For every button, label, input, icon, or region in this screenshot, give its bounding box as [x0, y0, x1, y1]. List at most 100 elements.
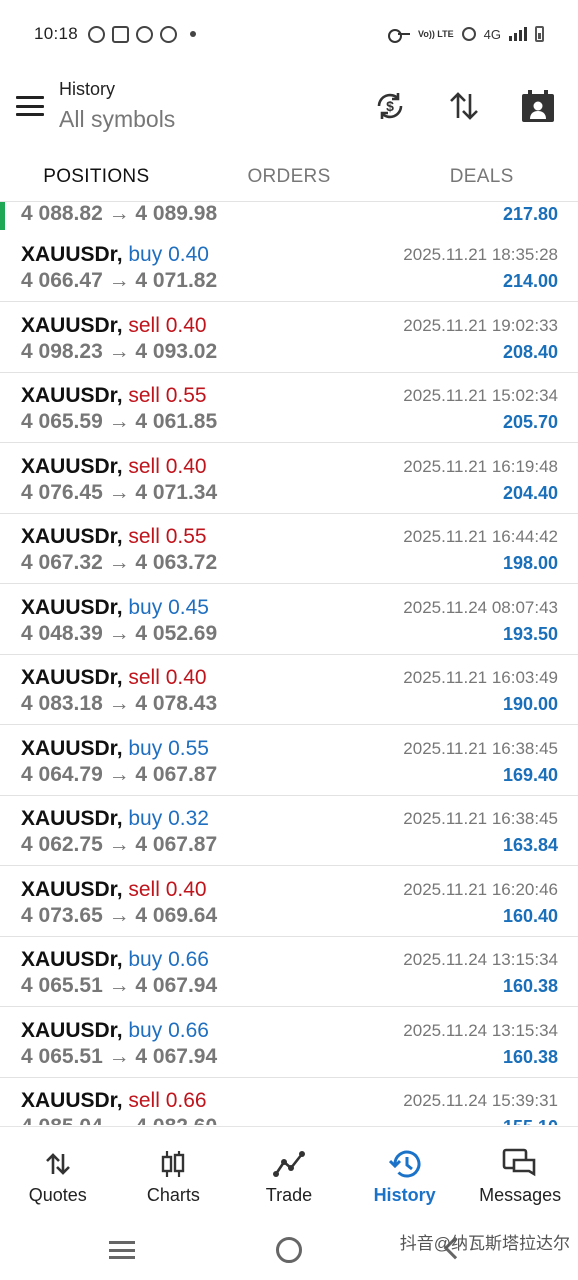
trade-volume: 0.66: [168, 1018, 209, 1042]
position-row[interactable]: XAUUSDr, sell 0.55 4 067.32 → 4 063.72 202…: [0, 513, 578, 584]
position-row[interactable]: XAUUSDr, buy 0.40 4 066.47 → 4 071.82 2025…: [0, 231, 578, 302]
trade-side: sell: [128, 384, 160, 407]
position-prices: 4 065.59 → 4 061.85: [21, 410, 218, 433]
position-time: 2025.11.21 16:19:48: [403, 456, 558, 476]
position-prices: 4 098.23 → 4 093.02: [21, 339, 218, 363]
position-symbol: XAUUSDr, buy 0.40: [21, 243, 209, 267]
calendar-icon[interactable]: [520, 88, 556, 124]
trade-side: sell: [128, 666, 160, 689]
symbol-name: XAUUSDr,: [21, 807, 123, 830]
position-prices: 4 064.79 → 4 067.87: [21, 762, 218, 786]
page-title: History: [59, 79, 116, 99]
trade-volume: 0.40: [165, 666, 207, 689]
position-symbol: XAUUSDr, sell 0.40: [21, 455, 207, 479]
nav-quotes[interactable]: Quotes: [0, 1127, 116, 1218]
nav-history[interactable]: History: [347, 1127, 463, 1218]
trade-volume: 0.55: [165, 384, 207, 407]
tab-positions[interactable]: POSITIONS: [0, 152, 193, 201]
trade-side: buy: [128, 595, 163, 619]
position-row[interactable]: XAUUSDr, sell 0.40 4 098.23 → 4 093.02 202…: [0, 302, 578, 373]
position-prices: 4 065.51 → 4 067.94: [21, 974, 218, 997]
trade-volume: 0.55: [168, 736, 209, 760]
symbol-filter[interactable]: All symbols: [59, 106, 175, 133]
position-symbol: XAUUSDr, buy 0.45: [21, 596, 209, 620]
tab-orders[interactable]: ORDERS: [193, 152, 386, 201]
position-row[interactable]: XAUUSDr, sell 0.40 4 073.65 → 4 069.64 202…: [0, 866, 578, 937]
trade-side: sell: [128, 1089, 160, 1112]
trade-side: sell: [128, 525, 160, 548]
positions-list[interactable]: 4 088.82 → 4 089.98 217.80 XAUUSDr, buy …: [0, 203, 578, 1125]
position-row[interactable]: XAUUSDr, buy 0.66 4 065.51 → 4 067.94 2025…: [0, 936, 578, 1007]
home-icon[interactable]: [276, 1237, 302, 1263]
history-clock-icon: [388, 1149, 421, 1179]
nav-messages[interactable]: Messages: [462, 1127, 578, 1218]
menu-icon[interactable]: [16, 96, 44, 116]
battery-icon: [535, 26, 544, 42]
symbol-name: XAUUSDr,: [21, 313, 123, 337]
position-prices: 4 048.39 → 4 052.69: [21, 621, 218, 645]
whatsapp-icon: [88, 25, 106, 43]
position-prices: 4 076.45 → 4 071.34: [21, 480, 218, 504]
symbol-name: XAUUSDr,: [21, 666, 123, 689]
partial-prices: 4 088.82 → 4 089.98: [21, 203, 218, 225]
signal-icon: [509, 27, 527, 41]
position-row[interactable]: XAUUSDr, sell 0.40 4 076.45 → 4 071.34 202…: [0, 443, 578, 514]
position-time: 2025.11.24 13:15:34: [403, 950, 558, 969]
position-prices: 4 073.65 → 4 069.64: [21, 903, 218, 927]
candlestick-icon: [159, 1149, 187, 1179]
position-profit: 193.50: [502, 623, 558, 644]
position-row[interactable]: XAUUSDr, sell 0.40 4 083.18 → 4 078.43 202…: [0, 654, 578, 725]
position-prices: 4 067.32 → 4 063.72: [21, 551, 218, 574]
position-row[interactable]: XAUUSDr, sell 0.66 4 085.04 → 4 082.60 202…: [0, 1077, 578, 1125]
nav-charts-label: Charts: [146, 1185, 200, 1205]
position-symbol: XAUUSDr, sell 0.66: [21, 1089, 207, 1113]
scroll-indicator: [0, 202, 5, 230]
recents-icon[interactable]: [109, 1241, 135, 1259]
position-profit: 160.40: [502, 905, 558, 926]
symbol-name: XAUUSDr,: [21, 877, 123, 901]
trade-volume: 0.32: [168, 807, 209, 830]
position-profit: 160.38: [502, 1046, 558, 1067]
sort-icon[interactable]: [446, 88, 482, 124]
currency-exchange-icon[interactable]: $: [372, 88, 408, 124]
vpn-key-icon: [387, 29, 410, 43]
list-item-partial[interactable]: 4 088.82 → 4 089.98 217.80: [0, 203, 578, 231]
symbol-name: XAUUSDr,: [21, 384, 123, 407]
symbol-name: XAUUSDr,: [21, 243, 123, 266]
position-time: 2025.11.21 16:03:49: [403, 668, 558, 687]
network-type: 4G: [483, 26, 501, 42]
nav-trade[interactable]: Trade: [231, 1127, 347, 1218]
position-profit: 204.40: [502, 482, 558, 503]
nav-messages-label: Messages: [479, 1185, 562, 1205]
symbol-name: XAUUSDr,: [21, 948, 123, 971]
status-right: Vo)) LTE 4G: [387, 26, 544, 43]
position-profit: 198.00: [502, 553, 558, 573]
trade-volume: 0.40: [165, 454, 207, 478]
app-notification-icon: [112, 25, 130, 43]
position-time: 2025.11.24 08:07:43: [403, 597, 558, 617]
symbol-name: XAUUSDr,: [21, 525, 123, 548]
position-prices: 4 085.04 → 4 082.60: [21, 1115, 217, 1125]
trade-side: sell: [128, 877, 160, 901]
trade-line-icon: [272, 1149, 305, 1179]
position-profit: 160.38: [502, 976, 558, 996]
trade-volume: 0.66: [165, 1089, 207, 1112]
more-notifications-dot: [190, 31, 197, 37]
position-row[interactable]: XAUUSDr, buy 0.55 4 064.79 → 4 067.87 2025…: [0, 725, 578, 796]
position-symbol: XAUUSDr, sell 0.40: [21, 878, 207, 902]
app-bar-actions: $: [372, 88, 556, 124]
trade-side: buy: [128, 736, 163, 760]
trade-side: buy: [128, 243, 163, 266]
tab-deals[interactable]: DEALS: [385, 152, 578, 201]
position-symbol: XAUUSDr, buy 0.66: [21, 948, 209, 972]
trade-side: sell: [128, 313, 160, 337]
position-row[interactable]: XAUUSDr, buy 0.66 4 065.51 → 4 067.94 2025…: [0, 1007, 578, 1078]
position-symbol: XAUUSDr, sell 0.40: [21, 314, 207, 338]
position-row[interactable]: XAUUSDr, buy 0.45 4 048.39 → 4 052.69 2025…: [0, 584, 578, 655]
position-time: 2025.11.24 13:15:34: [403, 1020, 558, 1040]
position-row[interactable]: XAUUSDr, sell 0.55 4 065.59 → 4 061.85 202…: [0, 372, 578, 443]
position-time: 2025.11.21 16:20:46: [403, 879, 558, 899]
nav-trade-label: Trade: [265, 1185, 313, 1205]
nav-charts[interactable]: Charts: [116, 1127, 232, 1218]
position-row[interactable]: XAUUSDr, buy 0.32 4 062.75 → 4 067.87 2025…: [0, 795, 578, 866]
